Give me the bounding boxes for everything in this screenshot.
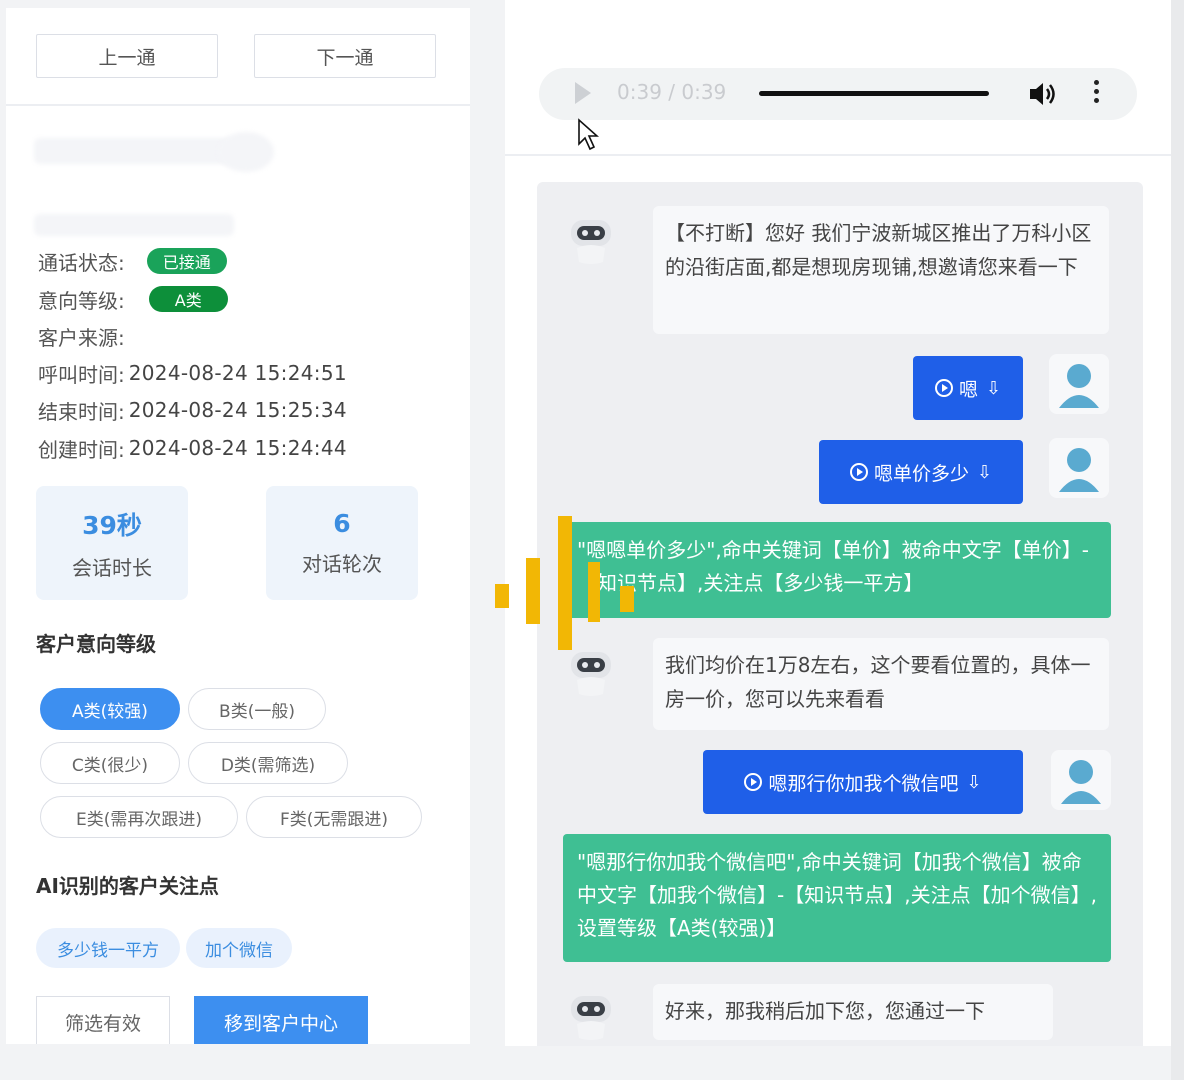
rounds-label: 对话轮次 (302, 552, 382, 576)
redacted-phone (34, 138, 234, 164)
call-time-row: 呼叫时间: 2024-08-24 15:24:51 (38, 358, 347, 388)
status-row: 通话状态: 已接通 (38, 246, 227, 276)
keyword-hit-message: "嗯嗯单价多少",命中关键词【单价】被命中文字【单价】-【知识节点】,关注点【多… (563, 522, 1111, 618)
focus-section-title: AI识别的客户关注点 (36, 874, 219, 898)
audio-player[interactable]: 0:39 / 0:39 (539, 68, 1137, 120)
user-audio-button[interactable]: 嗯那行你加我个微信吧 ⇩ (703, 750, 1023, 814)
rounds-card: 6 对话轮次 (266, 486, 418, 600)
user-avatar-icon (1049, 354, 1109, 414)
status-badge: 已接通 (146, 248, 227, 274)
grade-option-a[interactable]: A类(较强) (40, 688, 180, 730)
end-time-value: 2024-08-24 15:25:34 (128, 398, 347, 422)
grade-key: 意向等级: (38, 288, 125, 313)
grade-option-d[interactable]: D类(需筛选) (188, 742, 348, 784)
bot-message: 【不打断】您好 我们宁波新城区推出了万科小区的沿街店面,都是想现房现铺,想邀请您… (653, 206, 1109, 334)
grade-option-c[interactable]: C类(很少) (40, 742, 180, 784)
bot-message: 我们均价在1万8左右，这个要看位置的，具体一房一价，您可以先来看看 (653, 638, 1109, 730)
create-time-value: 2024-08-24 15:24:44 (128, 436, 347, 460)
audio-level-bar (495, 584, 509, 608)
robot-icon (571, 996, 611, 1040)
download-icon[interactable]: ⇩ (977, 462, 992, 483)
grade-badge: A类 (148, 286, 228, 312)
redacted-name (34, 214, 234, 236)
duration-value: 39秒 (82, 510, 142, 540)
prev-call-button[interactable]: 上一通 (36, 34, 218, 78)
create-time-row: 创建时间: 2024-08-24 15:24:44 (38, 433, 347, 463)
duration-label: 会话时长 (72, 555, 152, 580)
move-to-customer-center-button[interactable]: 移到客户中心 (194, 996, 368, 1044)
keyword-hit-message: "嗯那行你加我个微信吧",命中关键词【加我个微信】被命中文字【加我个微信】-【知… (563, 834, 1111, 962)
divider (505, 154, 1171, 156)
play-icon (934, 379, 953, 397)
call-detail-panel: 上一通 下一通 通话状态: 已接通 意向等级: A类 客户来源: 呼叫时间: 2… (6, 8, 470, 1044)
audio-level-bar (558, 516, 572, 650)
audio-time: 0:39 / 0:39 (617, 80, 727, 104)
download-icon[interactable]: ⇩ (966, 772, 981, 793)
user-audio-button[interactable]: 嗯单价多少 ⇩ (819, 440, 1023, 504)
user-audio-button[interactable]: 嗯 ⇩ (913, 356, 1023, 420)
user-message-text: 嗯那行你加我个微信吧 (768, 772, 959, 795)
create-time-key: 创建时间: (38, 437, 125, 462)
grade-option-f[interactable]: F类(无需跟进) (246, 796, 422, 838)
robot-icon (571, 220, 611, 264)
play-icon (849, 463, 868, 481)
grade-option-e[interactable]: E类(需再次跟进) (40, 796, 238, 838)
volume-icon[interactable] (1027, 80, 1057, 108)
duration-card: 39秒 会话时长 (36, 486, 188, 600)
play-icon (744, 773, 763, 791)
next-call-button[interactable]: 下一通 (254, 34, 436, 78)
cursor-icon (578, 118, 599, 151)
end-time-row: 结束时间: 2024-08-24 15:25:34 (38, 395, 347, 425)
divider (6, 104, 470, 106)
end-time-key: 结束时间: (38, 399, 125, 424)
chat-transcript: 【不打断】您好 我们宁波新城区推出了万科小区的沿街店面,都是想现房现铺,想邀请您… (537, 182, 1143, 1046)
audio-level-bar (620, 586, 634, 612)
grade-row: 意向等级: A类 (38, 284, 228, 314)
rounds-value: 6 (333, 509, 351, 538)
robot-icon (571, 652, 611, 696)
bot-message: 好来，那我稍后加下您，您通过一下 (653, 984, 1053, 1040)
download-icon[interactable]: ⇩ (986, 378, 1001, 399)
filter-valid-button[interactable]: 筛选有效 (36, 996, 170, 1044)
user-avatar-icon (1051, 750, 1111, 810)
user-message-text: 嗯单价多少 (873, 462, 969, 485)
call-time-key: 呼叫时间: (38, 362, 125, 387)
grade-option-b[interactable]: B类(一般) (188, 688, 326, 730)
dialog-panel: 0:39 / 0:39 【不打断】您好 我们宁波新城区推出了万科小区的沿街店面,… (505, 0, 1171, 1046)
focus-chip: 多少钱一平方 (36, 928, 180, 968)
focus-chip: 加个微信 (186, 928, 292, 968)
play-icon[interactable] (575, 82, 591, 104)
source-row: 客户来源: (38, 321, 129, 351)
user-avatar-icon (1049, 438, 1109, 498)
grade-section-title: 客户意向等级 (36, 632, 156, 656)
redacted-avatar (218, 132, 274, 172)
status-key: 通话状态: (38, 250, 125, 275)
audio-progress[interactable] (759, 91, 989, 96)
more-vert-icon[interactable] (1091, 80, 1101, 108)
audio-level-bar (526, 558, 540, 624)
call-time-value: 2024-08-24 15:24:51 (128, 361, 347, 385)
user-message-text: 嗯 (958, 378, 978, 401)
audio-level-bar (588, 562, 600, 622)
window-edge (1171, 0, 1184, 1080)
source-key: 客户来源: (38, 325, 125, 350)
